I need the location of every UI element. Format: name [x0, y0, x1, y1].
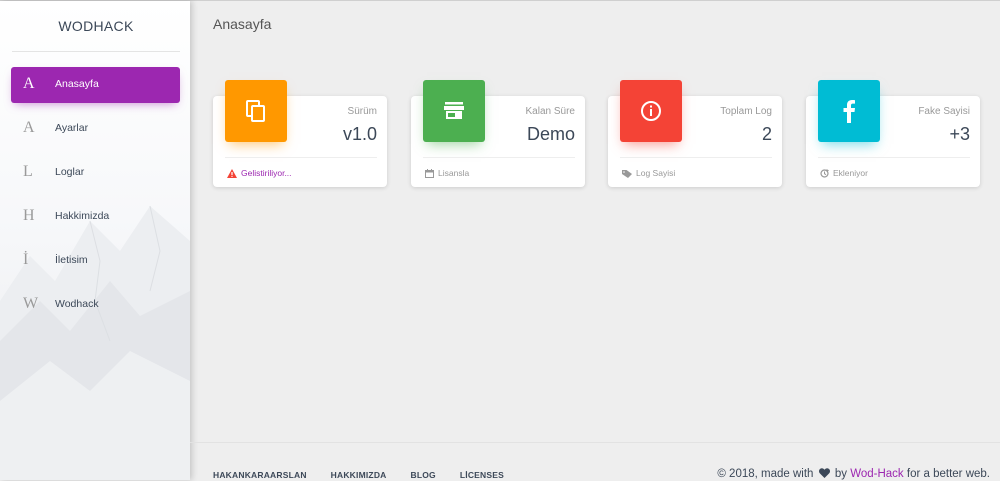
sidebar: WODHACK A Anasayfa A Ayarlar L Loglar H … — [0, 1, 190, 480]
card-category: Fake Sayisi — [918, 106, 970, 117]
footer: HAKANKARAARSLAN HAKKIMIZDA BLOG LİCENSES… — [190, 442, 1000, 481]
sidebar-item-label: Hakkimizda — [55, 210, 110, 222]
card-footer: Gelistiriliyor... — [227, 168, 292, 178]
card-value: Demo — [526, 124, 575, 144]
sidebar-item-letter-icon: A — [23, 75, 35, 92]
warning-icon — [227, 168, 237, 178]
page-title[interactable]: Anasayfa — [213, 16, 271, 32]
sidebar-item-letter-icon: A — [23, 119, 35, 136]
card-divider — [818, 157, 970, 158]
stat-card-remaining: Kalan Süre Demo Lisansla — [411, 80, 585, 187]
heart-icon — [818, 468, 830, 478]
card-footer-text[interactable]: Lisansla — [438, 168, 469, 178]
sidebar-item-letter-icon: İ — [23, 251, 29, 268]
store-icon — [423, 80, 485, 142]
footer-link-licenses[interactable]: LİCENSES — [460, 470, 504, 480]
card-category: Sürüm — [347, 106, 377, 117]
stat-card-version: Sürüm v1.0 Gelistiriliyor... — [213, 80, 387, 187]
card-value: v1.0 — [342, 124, 377, 144]
sidebar-item-letter-icon: W — [23, 295, 39, 312]
copyright-prefix: © 2018, made with — [717, 468, 814, 480]
card-footer-link[interactable]: Gelistiriliyor... — [241, 168, 292, 178]
stat-card-fake-count: Fake Sayisi +3 Ekleniyor — [806, 80, 980, 187]
copyright: © 2018, made with by Wod-Hack for a bett… — [717, 468, 990, 480]
facebook-icon — [818, 80, 880, 142]
sidebar-item-letter-icon: H — [23, 207, 35, 224]
sidebar-item-label: Ayarlar — [55, 122, 89, 134]
card-category: Toplam Log — [720, 106, 772, 117]
sidebar-item-iletisim[interactable]: İ İletisim — [11, 243, 180, 279]
sidebar-item-anasayfa[interactable]: A Anasayfa — [11, 67, 180, 103]
footer-link-hakkimizda[interactable]: HAKKIMIZDA — [331, 470, 387, 480]
tag-icon — [622, 169, 632, 178]
sidebar-item-label: İletisim — [55, 254, 88, 266]
sidebar-item-hakkimizda[interactable]: H Hakkimizda — [11, 199, 180, 235]
sidebar-nav: A Anasayfa A Ayarlar L Loglar H Hakkimiz… — [0, 67, 190, 331]
copyright-suffix: for a better web. — [906, 468, 990, 480]
card-footer: Log Sayisi — [622, 168, 675, 178]
sidebar-brand[interactable]: WODHACK — [12, 1, 180, 52]
card-divider — [423, 157, 575, 158]
footer-link-hakankaraarslan[interactable]: HAKANKARAARSLAN — [213, 470, 307, 480]
update-icon — [820, 168, 829, 178]
info-icon — [620, 80, 682, 142]
card-divider — [620, 157, 772, 158]
sidebar-item-ayarlar[interactable]: A Ayarlar — [11, 111, 180, 147]
sidebar-item-wodhack[interactable]: W Wodhack — [11, 287, 180, 323]
card-divider — [225, 157, 377, 158]
footer-link-blog[interactable]: BLOG — [411, 470, 436, 480]
copyright-brand-link[interactable]: Wod-Hack — [850, 468, 903, 480]
sidebar-item-label: Loglar — [55, 166, 85, 178]
calendar-icon — [425, 168, 434, 178]
card-value: 2 — [761, 124, 772, 144]
sidebar-item-letter-icon: L — [23, 163, 33, 180]
sidebar-item-loglar[interactable]: L Loglar — [11, 155, 180, 191]
card-footer: Lisansla — [425, 168, 469, 178]
copy-icon — [225, 80, 287, 142]
card-value: +3 — [949, 124, 970, 144]
stat-card-log-total: Toplam Log 2 Log Sayisi — [608, 80, 782, 187]
card-category: Kalan Süre — [525, 106, 575, 117]
card-footer: Ekleniyor — [820, 168, 868, 178]
sidebar-item-label: Anasayfa — [55, 78, 99, 90]
card-footer-text: Ekleniyor — [833, 168, 868, 178]
footer-links: HAKANKARAARSLAN HAKKIMIZDA BLOG LİCENSES — [213, 470, 528, 480]
copyright-by: by — [834, 468, 848, 480]
sidebar-item-label: Wodhack — [55, 298, 99, 310]
card-footer-text: Log Sayisi — [636, 168, 676, 178]
